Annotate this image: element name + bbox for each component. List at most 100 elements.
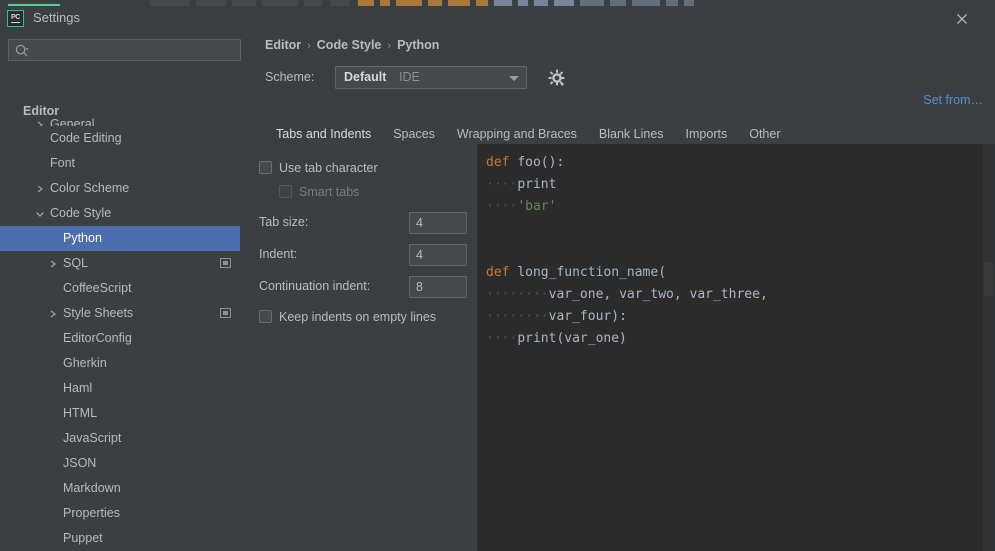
field-label: Tab size: bbox=[259, 215, 309, 229]
pycharm-logo-bar bbox=[11, 21, 20, 24]
sidebar-item-coffeescript[interactable]: CoffeeScript bbox=[0, 276, 249, 301]
sidebar-item-editorconfig[interactable]: EditorConfig bbox=[0, 326, 249, 351]
pycharm-logo-text: PC bbox=[10, 13, 21, 21]
breadcrumb-item[interactable]: Code Style bbox=[317, 38, 382, 52]
breadcrumb-item[interactable]: Python bbox=[397, 38, 439, 52]
code-token: foo(): bbox=[517, 155, 565, 170]
sidebar-item-label: CoffeeScript bbox=[63, 281, 132, 295]
close-icon[interactable] bbox=[953, 10, 971, 28]
tabs-and-indents-form: Use tab character Smart tabs Keep indents … bbox=[249, 144, 477, 551]
code-token: def bbox=[486, 265, 518, 280]
field-input-continuation-indent[interactable] bbox=[409, 276, 467, 298]
code-preview-text: def foo(): ····print ····'bar' def long_fu… bbox=[486, 152, 995, 350]
chevron-down-icon bbox=[509, 76, 519, 81]
code-token: var_four): bbox=[548, 309, 627, 324]
sidebar-item-html[interactable]: HTML bbox=[0, 401, 249, 426]
sidebar-item-markdown[interactable]: Markdown bbox=[0, 476, 249, 501]
sidebar-item-general-clipped[interactable]: General bbox=[0, 116, 249, 126]
settings-content: Editor › Code Style › Python Scheme: Default… bbox=[249, 30, 995, 551]
sidebar-item-color-scheme[interactable]: Color Scheme bbox=[0, 176, 249, 201]
sidebar-item-general[interactable]: General bbox=[0, 116, 249, 126]
preview-scrollbar-thumb[interactable] bbox=[984, 262, 993, 296]
sidebar-item-json[interactable]: JSON bbox=[0, 451, 249, 476]
sidebar-item-python[interactable]: Python bbox=[0, 226, 249, 251]
sidebar-item-style-sheets[interactable]: Style Sheets bbox=[0, 301, 249, 326]
code-token: ···· bbox=[486, 199, 518, 214]
sidebar-item-label: Python bbox=[63, 231, 102, 245]
code-token: ········ bbox=[486, 287, 549, 302]
sidebar-item-sql[interactable]: SQL bbox=[0, 251, 249, 276]
sidebar-item-label: Color Scheme bbox=[50, 181, 130, 195]
search-input[interactable] bbox=[35, 40, 236, 62]
checkbox-label: Keep indents on empty lines bbox=[279, 310, 437, 324]
code-line: ····print bbox=[486, 174, 995, 196]
checkbox-box bbox=[259, 161, 272, 174]
sidebar-item-label: HTML bbox=[63, 406, 98, 420]
code-line: def long_function_name( bbox=[486, 262, 995, 284]
checkbox-box bbox=[279, 185, 292, 198]
checkbox-box bbox=[259, 310, 272, 323]
search-icon bbox=[14, 43, 30, 59]
module-scope-icon bbox=[220, 258, 231, 268]
sidebar-item-code-editing[interactable]: Code Editing bbox=[0, 126, 249, 151]
sidebar-item-label: JavaScript bbox=[63, 431, 122, 445]
sidebar-item-code-style[interactable]: Code Style bbox=[0, 201, 249, 226]
settings-dialog: PC Settings Editor General Code Editing … bbox=[0, 0, 995, 551]
code-preview-pane: def foo(): ····print ····'bar' def long_fu… bbox=[478, 144, 995, 551]
breadcrumb-separator: › bbox=[307, 40, 311, 52]
sidebar-item-general-label: General bbox=[50, 117, 95, 126]
gear-icon[interactable] bbox=[546, 67, 568, 89]
sidebar-item-label: Markdown bbox=[63, 481, 121, 495]
chevron-down-icon[interactable] bbox=[34, 201, 46, 226]
breadcrumb-separator: › bbox=[387, 40, 392, 52]
breadcrumb-item[interactable]: Editor bbox=[265, 38, 301, 52]
sidebar-item-label: Code Style bbox=[50, 206, 112, 220]
code-token: ········ bbox=[486, 309, 549, 324]
pycharm-logo-icon: PC bbox=[7, 10, 24, 27]
sidebar-item-label: JSON bbox=[63, 456, 97, 470]
settings-sidebar: Editor General Code Editing Font Color Sch… bbox=[0, 30, 249, 551]
scheme-dropdown[interactable]: Default IDE bbox=[335, 66, 527, 89]
code-token: long_function_name( bbox=[517, 265, 667, 280]
code-token: ···· bbox=[486, 177, 518, 192]
sidebar-item-label: Haml bbox=[63, 381, 93, 395]
sidebar-item-label: Puppet bbox=[63, 531, 103, 545]
field-input-tab-size[interactable] bbox=[409, 212, 467, 234]
code-line: ········var_one, var_two, var_three, bbox=[486, 284, 995, 306]
sidebar-item-haml[interactable]: Haml bbox=[0, 376, 249, 401]
sidebar-item-properties[interactable]: Properties bbox=[0, 501, 249, 526]
sidebar-item-javascript[interactable]: JavaScript bbox=[0, 426, 249, 451]
scheme-label: Scheme: bbox=[265, 70, 315, 84]
checkbox-label: Use tab character bbox=[279, 161, 378, 175]
sidebar-item-label: Gherkin bbox=[63, 356, 107, 370]
sidebar-tree: Code Editing Font Color Scheme Code Style Py… bbox=[0, 126, 249, 551]
chevron-right-icon[interactable] bbox=[34, 176, 46, 201]
sidebar-scrollbar-track[interactable] bbox=[240, 126, 249, 551]
search-box[interactable] bbox=[8, 39, 241, 62]
dialog-title: Settings bbox=[33, 10, 80, 25]
sidebar-item-gherkin[interactable]: Gherkin bbox=[0, 351, 249, 376]
sidebar-item-font[interactable]: Font bbox=[0, 151, 249, 176]
chevron-right-icon[interactable] bbox=[47, 301, 59, 326]
code-line: ····print(var_one) bbox=[486, 328, 995, 350]
scheme-value: Default bbox=[344, 70, 387, 84]
field-label: Indent: bbox=[259, 247, 298, 261]
set-from-link[interactable]: Set from… bbox=[923, 93, 983, 107]
code-token: var_one, var_two, var_three, bbox=[548, 287, 768, 302]
code-line: ····'bar' bbox=[486, 196, 995, 218]
code-line: def foo(): bbox=[486, 152, 995, 174]
field-indent: Indent: bbox=[259, 244, 474, 266]
field-input-indent[interactable] bbox=[409, 244, 467, 266]
code-token: print bbox=[517, 177, 557, 192]
sidebar-item-label: Font bbox=[50, 156, 76, 170]
scheme-scope: IDE bbox=[399, 70, 420, 84]
chevron-right-icon[interactable] bbox=[47, 251, 59, 276]
module-scope-icon bbox=[220, 308, 231, 318]
sidebar-item-label: Properties bbox=[63, 506, 120, 520]
code-token: print(var_one) bbox=[517, 331, 627, 346]
code-token: def bbox=[486, 155, 518, 170]
sidebar-item-puppet[interactable]: Puppet bbox=[0, 526, 249, 551]
code-token: 'bar' bbox=[517, 199, 557, 214]
